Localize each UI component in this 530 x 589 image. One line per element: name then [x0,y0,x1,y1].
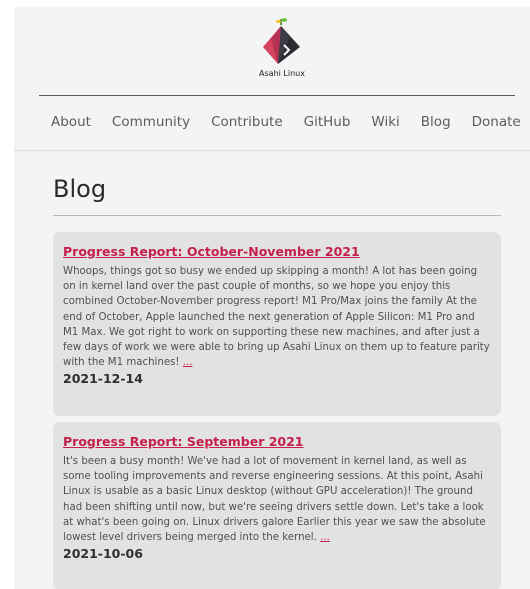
page-title: Blog [53,175,107,203]
page-frame: Asahi Linux About Community Contribute G… [14,7,530,589]
post-excerpt-text: It's been a busy month! We've had a lot … [63,456,486,544]
title-divider [53,215,501,216]
post-date: 2021-10-06 [63,546,143,562]
main-nav: About Community Contribute GitHub Wiki B… [51,114,521,134]
read-more-link[interactable]: ... [183,357,193,368]
asahi-logo-icon [263,18,300,64]
nav-item-community[interactable]: Community [112,114,190,134]
nav-item-github[interactable]: GitHub [304,114,351,134]
post-excerpt: It's been a busy month! We've had a lot … [63,454,491,545]
nav-divider [14,150,530,151]
header-divider [39,95,515,96]
post-title-link[interactable]: Progress Report: October-November 2021 [63,244,491,259]
post-date: 2021-12-14 [63,371,143,387]
nav-item-blog[interactable]: Blog [421,114,451,134]
post-title-link[interactable]: Progress Report: September 2021 [63,434,491,449]
post-card: Progress Report: September 2021 It's bee… [53,422,501,589]
logo-text: Asahi Linux [259,69,305,78]
nav-item-contribute[interactable]: Contribute [211,114,283,134]
nav-item-wiki[interactable]: Wiki [371,114,399,134]
nav-item-about[interactable]: About [51,114,91,134]
site-logo[interactable]: Asahi Linux [246,17,318,78]
read-more-link[interactable]: ... [320,532,330,543]
post-excerpt: Whoops, things got so busy we ended up s… [63,264,491,370]
post-excerpt-text: Whoops, things got so busy we ended up s… [63,266,490,369]
post-card: Progress Report: October-November 2021 W… [53,232,501,416]
nav-item-donate[interactable]: Donate [472,114,521,134]
